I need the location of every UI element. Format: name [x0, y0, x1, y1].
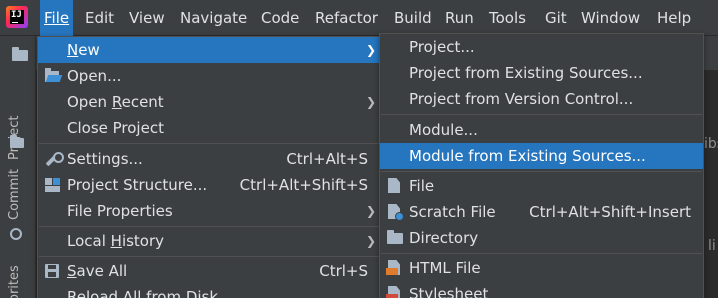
menu-help[interactable]: Help [653, 0, 695, 36]
new-menu-project-from-vcs[interactable]: Project from Version Control... [380, 86, 703, 112]
project-structure-icon [45, 178, 60, 192]
menu-separator [39, 143, 379, 144]
editor-text-fragment: li [708, 238, 716, 254]
file-menu-close-project[interactable]: Close Project [38, 115, 380, 141]
file-icon [388, 178, 400, 193]
save-icon [45, 264, 59, 278]
new-menu-scratch-file[interactable]: Scratch File Ctrl+Alt+Shift+Insert [380, 199, 703, 225]
new-menu-file[interactable]: File [380, 173, 703, 199]
tool-tab-favorites-label: orites [7, 265, 22, 298]
menu-git[interactable]: Git [541, 0, 571, 36]
html-file-icon [384, 260, 402, 276]
menu-separator [39, 226, 379, 227]
file-menu-reload-all[interactable]: Reload All from Disk [38, 284, 380, 298]
new-menu-stylesheet[interactable]: Stylesheet [380, 281, 703, 298]
chevron-right-icon: ❯ [365, 95, 376, 109]
tool-tab-commit[interactable]: Commit [0, 168, 36, 248]
project-icon [10, 135, 24, 148]
menu-tools[interactable]: Tools [485, 0, 530, 36]
file-menu-file-properties[interactable]: File Properties ❯ [38, 198, 380, 224]
new-menu-project[interactable]: Project... [380, 34, 703, 60]
menu-bar: IJ File Edit View Navigate Code Refactor… [0, 0, 718, 36]
tool-window-strip: Project Commit orites [0, 36, 36, 298]
new-menu-module[interactable]: Module... [380, 117, 703, 143]
file-menu-new[interactable]: New ❯ [38, 37, 380, 63]
project-folder-icon[interactable] [12, 47, 28, 61]
file-menu-save-all[interactable]: Save All Ctrl+S [38, 258, 380, 284]
chevron-right-icon: ❯ [365, 43, 376, 57]
menu-navigate[interactable]: Navigate [176, 0, 251, 36]
new-submenu: Project... Project from Existing Sources… [379, 33, 704, 298]
tool-tab-project[interactable]: Project [0, 78, 36, 168]
file-menu: New ❯ Open... Open Recent ❯ Close Projec… [37, 36, 381, 298]
commit-icon [10, 228, 22, 240]
stylesheet-icon [384, 286, 402, 298]
intellij-logo-icon: IJ [6, 6, 28, 28]
open-folder-icon [45, 68, 63, 82]
tool-tab-favorites[interactable]: orites [0, 258, 36, 298]
new-menu-directory[interactable]: Directory [380, 225, 703, 251]
menu-window[interactable]: Window [577, 0, 644, 36]
new-menu-project-from-existing[interactable]: Project from Existing Sources... [380, 60, 703, 86]
file-menu-settings[interactable]: Settings... Ctrl+Alt+S [38, 146, 380, 172]
directory-icon [387, 230, 403, 244]
menu-view[interactable]: View [125, 0, 169, 36]
wrench-icon [45, 152, 64, 167]
menu-edit[interactable]: Edit [81, 0, 118, 36]
file-menu-local-history[interactable]: Local History ❯ [38, 228, 380, 254]
menu-separator [381, 171, 702, 172]
menu-separator [381, 114, 702, 115]
menu-build[interactable]: Build [390, 0, 436, 36]
menu-refactor[interactable]: Refactor [311, 0, 382, 36]
menu-separator [39, 256, 379, 257]
file-menu-open[interactable]: Open... [38, 63, 380, 89]
new-menu-module-from-existing[interactable]: Module from Existing Sources... [380, 143, 703, 169]
file-menu-open-recent[interactable]: Open Recent ❯ [38, 89, 380, 115]
menu-separator [381, 253, 702, 254]
chevron-right-icon: ❯ [365, 204, 376, 218]
new-menu-html-file[interactable]: HTML File [380, 255, 703, 281]
menu-run[interactable]: Run [441, 0, 478, 36]
menu-file[interactable]: File [40, 0, 74, 36]
menu-code[interactable]: Code [257, 0, 303, 36]
tool-tab-commit-label: Commit [7, 168, 22, 220]
scratch-file-icon [384, 204, 404, 221]
file-menu-project-structure[interactable]: Project Structure... Ctrl+Alt+Shift+S [38, 172, 380, 198]
editor-text-fragment: ibs [704, 136, 718, 152]
chevron-right-icon: ❯ [365, 234, 376, 248]
